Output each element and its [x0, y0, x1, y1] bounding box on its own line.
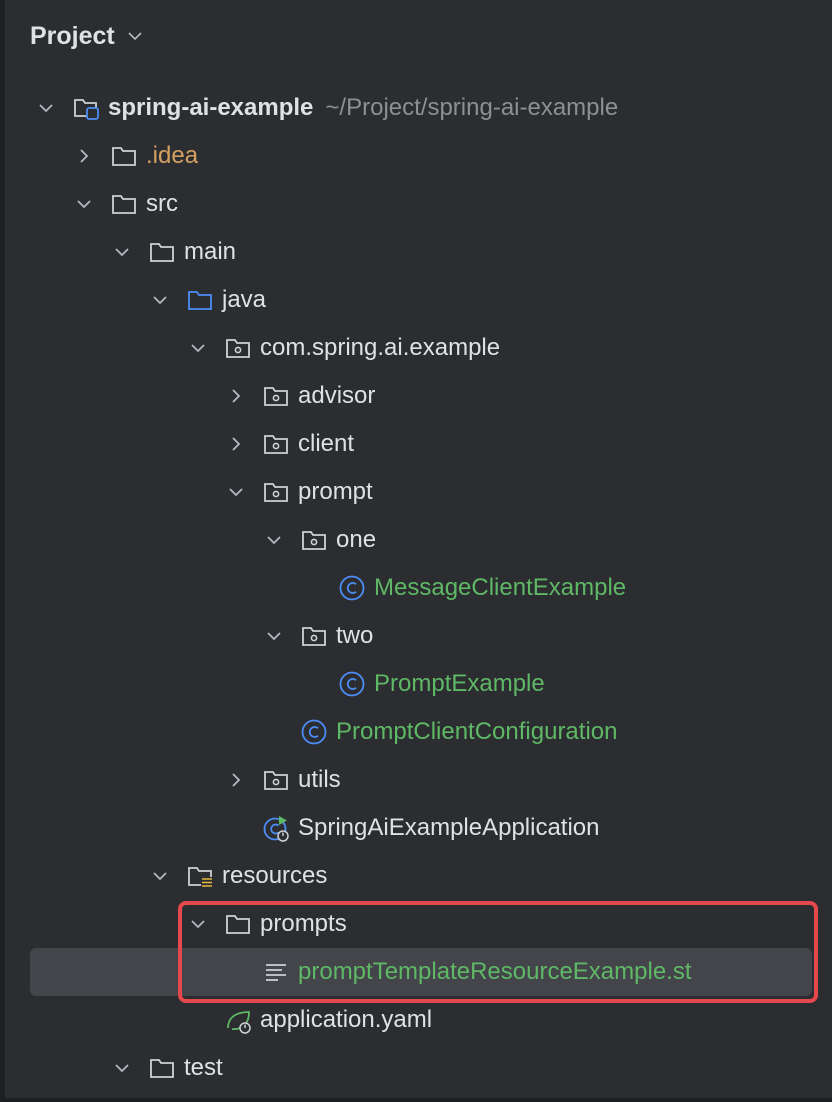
tree-row-yaml[interactable]: application.yaml — [0, 996, 832, 1044]
panel-title: Project — [30, 21, 115, 50]
tree-row-one[interactable]: one — [0, 516, 832, 564]
chevron-down-icon[interactable] — [127, 28, 143, 44]
prompt-client-configuration-label: PromptClientConfiguration — [336, 718, 618, 745]
text-file-icon — [262, 958, 290, 986]
java-label: java — [222, 286, 267, 313]
tree-row-message-client-example[interactable]: MessageClientExample — [0, 564, 832, 612]
tree-row-test[interactable]: test — [0, 1044, 832, 1092]
class-icon — [338, 670, 366, 698]
package-icon — [262, 478, 290, 506]
chevron-down-icon[interactable] — [262, 528, 286, 552]
message-client-example-label: MessageClientExample — [374, 574, 627, 601]
chevron-down-icon[interactable] — [34, 96, 58, 120]
chevron-right-icon[interactable] — [224, 432, 248, 456]
tree-row-prompts[interactable]: prompts — [0, 900, 832, 948]
chevron-right-icon[interactable] — [224, 768, 248, 792]
tree-row-prompt[interactable]: prompt — [0, 468, 832, 516]
prompt-label: prompt — [298, 478, 373, 505]
source-folder-icon — [186, 286, 214, 314]
resources-label: resources — [222, 862, 328, 889]
utils-label: utils — [298, 766, 341, 793]
chevron-down-icon[interactable] — [148, 864, 172, 888]
root-path: ~/Project/spring-ai-example — [325, 94, 619, 121]
chevron-down-icon[interactable] — [262, 624, 286, 648]
tree-row-package[interactable]: com.spring.ai.example — [0, 324, 832, 372]
package-icon — [262, 430, 290, 458]
tree-row-java[interactable]: java — [0, 276, 832, 324]
chevron-right-icon[interactable] — [224, 384, 248, 408]
test-label: test — [184, 1054, 223, 1081]
tree-row-two[interactable]: two — [0, 612, 832, 660]
project-panel-header[interactable]: Project — [30, 18, 143, 54]
tree-row-st-file[interactable]: promptTemplateResourceExample.st — [30, 948, 812, 996]
one-label: one — [336, 526, 377, 553]
chevron-down-icon[interactable] — [186, 912, 210, 936]
package-icon — [224, 334, 252, 362]
advisor-label: advisor — [298, 382, 376, 409]
chevron-right-icon[interactable] — [72, 144, 96, 168]
st-file-label: promptTemplateResourceExample.st — [298, 958, 692, 985]
resources-folder-icon — [186, 862, 214, 890]
folder-icon — [110, 190, 138, 218]
src-label: src — [146, 190, 178, 217]
main-label: main — [184, 238, 237, 265]
chevron-down-icon[interactable] — [110, 240, 134, 264]
tree-row-idea[interactable]: .idea — [0, 132, 832, 180]
tree-row-main[interactable]: main — [0, 228, 832, 276]
yaml-label: application.yaml — [260, 1006, 433, 1033]
tree-row-resources[interactable]: resources — [0, 852, 832, 900]
chevron-down-icon[interactable] — [186, 336, 210, 360]
chevron-down-icon[interactable] — [224, 480, 248, 504]
bottom-edge — [0, 1098, 832, 1102]
chevron-down-icon[interactable] — [72, 192, 96, 216]
package-label: com.spring.ai.example — [260, 334, 501, 361]
tree-row-prompt-client-configuration[interactable]: PromptClientConfiguration — [0, 708, 832, 756]
idea-label: .idea — [146, 142, 199, 169]
two-label: two — [336, 622, 374, 649]
app-class-label: SpringAiExampleApplication — [298, 814, 600, 841]
class-icon — [338, 574, 366, 602]
tree-row-src[interactable]: src — [0, 180, 832, 228]
project-tree: spring-ai-example ~/Project/spring-ai-ex… — [0, 84, 832, 1092]
root-label: spring-ai-example — [108, 94, 314, 121]
chevron-down-icon[interactable] — [110, 1056, 134, 1080]
package-icon — [300, 526, 328, 554]
folder-icon — [148, 238, 176, 266]
package-icon — [300, 622, 328, 650]
tree-row-app-class[interactable]: SpringAiExampleApplication — [0, 804, 832, 852]
folder-icon — [110, 142, 138, 170]
prompts-label: prompts — [260, 910, 347, 937]
folder-icon — [148, 1054, 176, 1082]
runnable-class-icon — [262, 814, 290, 842]
module-folder-icon — [72, 94, 100, 122]
tree-row-client[interactable]: client — [0, 420, 832, 468]
package-icon — [262, 766, 290, 794]
class-icon — [300, 718, 328, 746]
package-icon — [262, 382, 290, 410]
tree-row-prompt-example[interactable]: PromptExample — [0, 660, 832, 708]
spring-config-icon — [224, 1006, 252, 1034]
tree-row-advisor[interactable]: advisor — [0, 372, 832, 420]
client-label: client — [298, 430, 355, 457]
tree-row-root[interactable]: spring-ai-example ~/Project/spring-ai-ex… — [0, 84, 832, 132]
folder-icon — [224, 910, 252, 938]
tree-row-utils[interactable]: utils — [0, 756, 832, 804]
chevron-down-icon[interactable] — [148, 288, 172, 312]
prompt-example-label: PromptExample — [374, 670, 545, 697]
